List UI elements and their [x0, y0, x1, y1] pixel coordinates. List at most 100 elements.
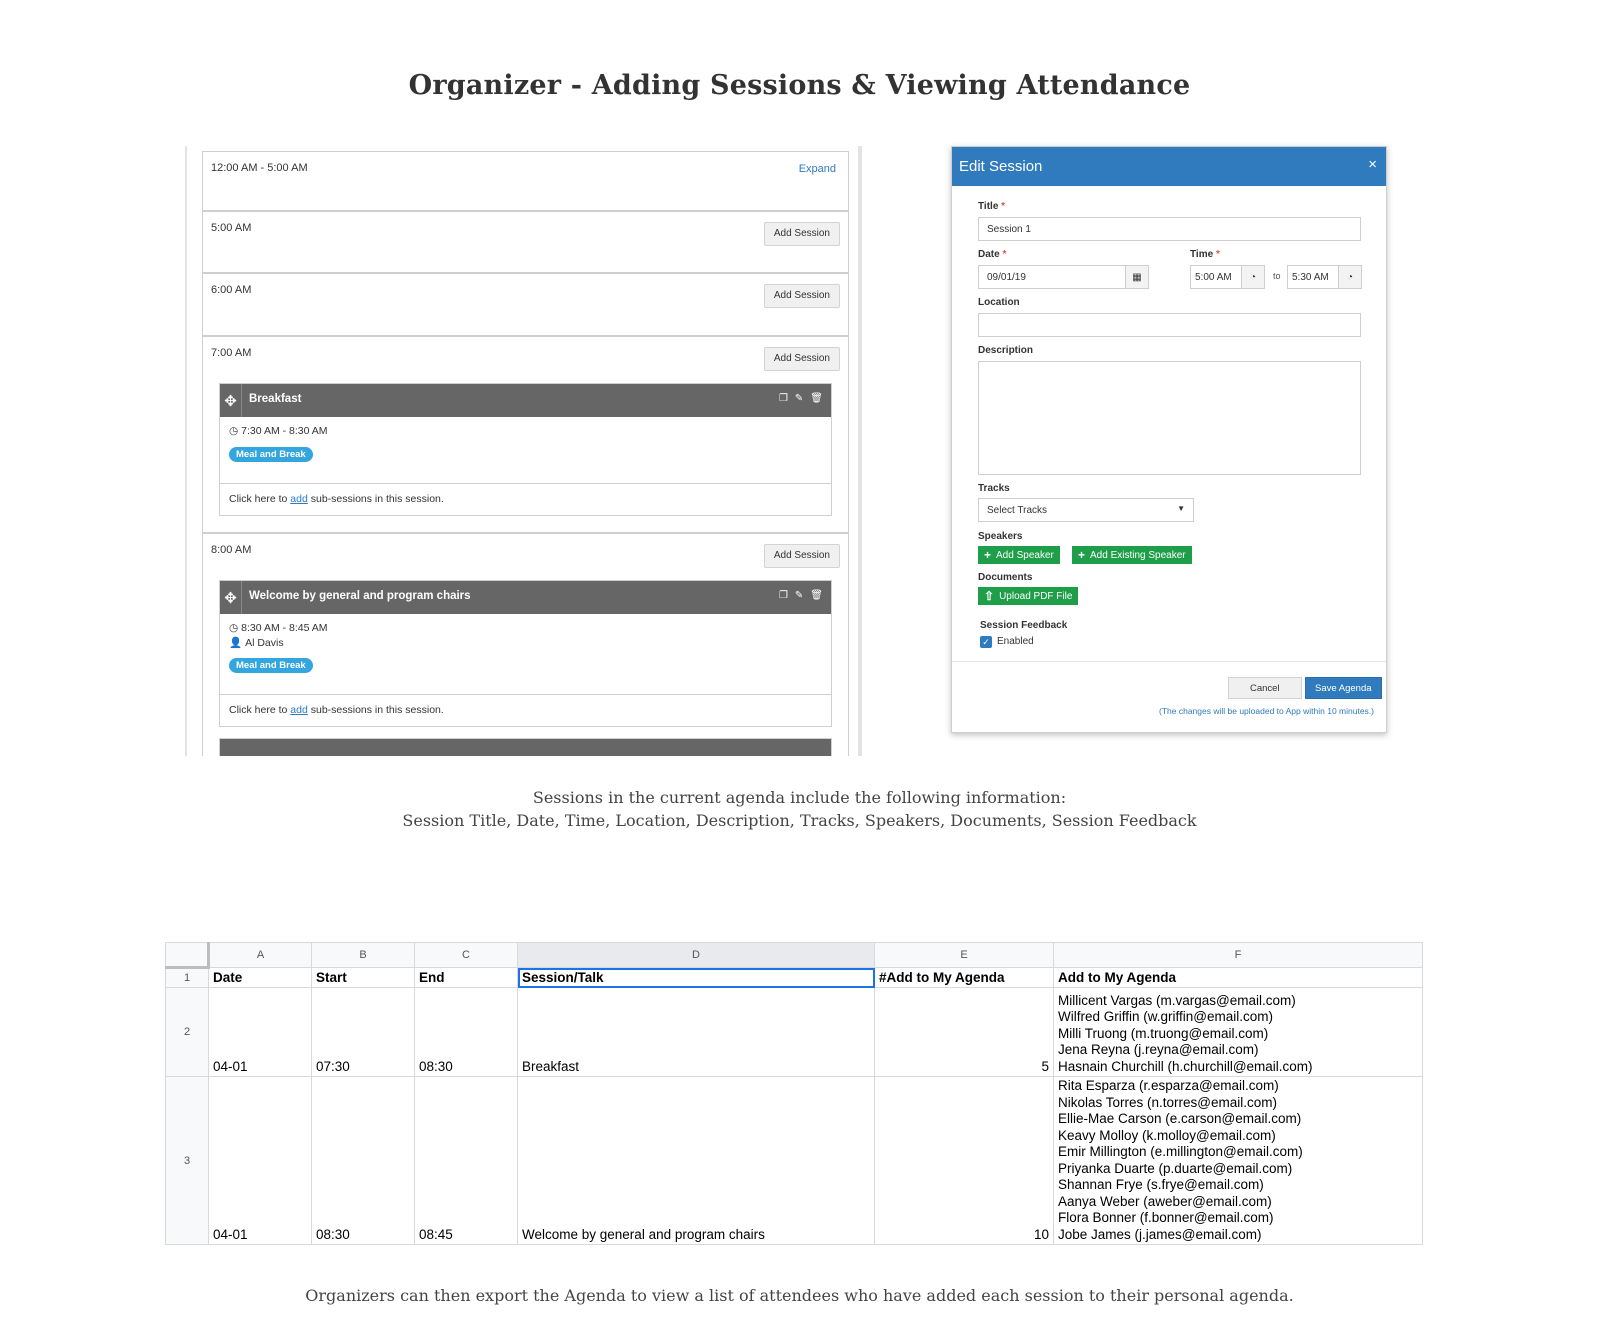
- copy-icon[interactable]: ❐: [779, 393, 788, 404]
- list-item: Jena Reyna (j.reyna@email.com): [1058, 1042, 1259, 1057]
- start-time-field[interactable]: [1190, 265, 1242, 289]
- add-existing-speaker-button[interactable]: + Add Existing Speaker: [1072, 546, 1192, 564]
- time-slot: 5:00 AM Add Session: [202, 211, 849, 273]
- add-subsession-link[interactable]: add: [290, 704, 308, 716]
- location-field[interactable]: [978, 313, 1361, 337]
- date-field[interactable]: [978, 265, 1126, 289]
- cell-end[interactable]: 08:30: [414, 987, 518, 1077]
- session-time: 8:30 AM - 8:45 AM: [241, 622, 328, 634]
- clock-icon[interactable]: ◔: [1241, 265, 1265, 289]
- pencil-icon[interactable]: ✎: [795, 590, 803, 601]
- page-title: Organizer - Adding Sessions & Viewing At…: [408, 70, 1191, 101]
- add-session-button[interactable]: Add Session: [763, 347, 840, 371]
- pencil-icon[interactable]: ✎: [795, 393, 803, 404]
- time-slot: 12:00 AM - 5:00 AM Expand: [202, 151, 849, 211]
- user-icon: 👤: [229, 637, 243, 649]
- tracks-label: Tracks: [978, 483, 1010, 494]
- slot-time: 6:00 AM: [211, 284, 252, 296]
- column-header-f[interactable]: F: [1053, 942, 1423, 968]
- row-header[interactable]: 2: [165, 987, 209, 1077]
- slot-time: 12:00 AM - 5:00 AM: [211, 162, 308, 174]
- caret-down-icon: ▼: [1177, 504, 1185, 513]
- speakers-label: Speakers: [978, 531, 1023, 542]
- clock-icon[interactable]: ◔: [1338, 265, 1362, 289]
- session-title: Breakfast: [249, 393, 302, 405]
- clock-icon: ◷: [229, 622, 239, 634]
- cell-attendees[interactable]: Millicent Vargas (m.vargas@email.com) Wi…: [1053, 987, 1423, 1077]
- add-session-button[interactable]: Add Session: [763, 544, 840, 568]
- caption-intro: Sessions in the current agenda include t…: [532, 788, 1067, 807]
- session-header: [220, 739, 831, 756]
- end-time-field[interactable]: [1287, 265, 1339, 289]
- cell-end[interactable]: 08:45: [414, 1076, 518, 1245]
- tracks-select[interactable]: Select Tracks ▼: [978, 498, 1194, 522]
- upload-pdf-button[interactable]: ⇧ Upload PDF File: [978, 587, 1079, 605]
- row-header[interactable]: 3: [165, 1076, 209, 1245]
- tracks-placeholder: Select Tracks: [987, 505, 1048, 516]
- track-badge: Meal and Break: [229, 447, 313, 462]
- expand-link[interactable]: Expand: [799, 163, 836, 175]
- subsessions-prefix: Click here to: [229, 704, 291, 716]
- header-cell-date[interactable]: Date: [208, 967, 312, 988]
- attendance-spreadsheet: A B C D E F 1 Date Start End Session/Tal…: [165, 942, 1423, 1245]
- add-subsessions-row: Click here to add sub-sessions in this s…: [220, 695, 831, 726]
- cell-session[interactable]: Breakfast: [517, 987, 875, 1077]
- cell-attendees[interactable]: Rita Esparza (r.esparza@email.com) Nikol…: [1053, 1076, 1423, 1245]
- caption-fields: Session Title, Date, Time, Location, Des…: [402, 811, 1197, 830]
- cell-start[interactable]: 08:30: [311, 1076, 415, 1245]
- add-speaker-button[interactable]: + Add Speaker: [978, 546, 1060, 564]
- column-header-a[interactable]: A: [208, 942, 312, 968]
- column-header-b[interactable]: B: [311, 942, 415, 968]
- save-agenda-button[interactable]: Save Agenda: [1305, 677, 1382, 699]
- session-card: ✥ Welcome by general and program chairs …: [219, 580, 832, 727]
- attendee-list: Millicent Vargas (m.vargas@email.com) Wi…: [1058, 993, 1418, 1076]
- cell-session[interactable]: Welcome by general and program chairs: [517, 1076, 875, 1245]
- caption-export: Organizers can then export the Agenda to…: [305, 1286, 1294, 1305]
- title-field[interactable]: [978, 217, 1361, 241]
- header-cell-session[interactable]: Session/Talk: [517, 967, 875, 988]
- add-subsessions-row: Click here to add sub-sessions in this s…: [220, 484, 831, 515]
- trash-icon[interactable]: 🗑: [810, 590, 823, 601]
- trash-icon[interactable]: 🗑: [810, 393, 823, 404]
- modal-divider: [952, 661, 1386, 662]
- cell-date[interactable]: 04-01: [208, 987, 312, 1077]
- add-session-button[interactable]: Add Session: [763, 222, 840, 246]
- time-to-label: to: [1273, 271, 1281, 281]
- session-card: [219, 738, 832, 756]
- session-time-line: ◷ 8:30 AM - 8:45 AM: [229, 622, 328, 634]
- header-cell-start[interactable]: Start: [311, 967, 415, 988]
- add-subsession-link[interactable]: add: [290, 493, 308, 505]
- column-header-c[interactable]: C: [414, 942, 518, 968]
- header-cell-count[interactable]: #Add to My Agenda: [874, 967, 1054, 988]
- time-slot: 6:00 AM Add Session: [202, 273, 849, 336]
- session-time-line: ◷ 7:30 AM - 8:30 AM: [229, 425, 328, 437]
- sheet-corner[interactable]: [165, 942, 210, 969]
- location-label: Location: [978, 297, 1020, 308]
- move-icon[interactable]: ✥: [220, 384, 242, 417]
- header-cell-end[interactable]: End: [414, 967, 518, 988]
- feedback-checkbox[interactable]: ✓: [980, 636, 992, 648]
- time-label: Time *: [1190, 249, 1220, 260]
- column-header-d[interactable]: D: [517, 942, 875, 968]
- title-label: Title *: [978, 201, 1006, 212]
- list-item: Priyanka Duarte (p.duarte@email.com): [1058, 1160, 1293, 1176]
- row-header[interactable]: 1: [165, 967, 209, 988]
- calendar-icon[interactable]: ▦: [1125, 265, 1149, 289]
- close-icon[interactable]: ×: [1368, 156, 1377, 173]
- copy-icon[interactable]: ❐: [779, 590, 788, 601]
- upload-icon: ⇧: [984, 589, 995, 603]
- table-row: 2 04-01 07:30 08:30 Breakfast 5 Millicen…: [165, 987, 1423, 1077]
- column-header-e[interactable]: E: [874, 942, 1054, 968]
- header-cell-attendees[interactable]: Add to My Agenda: [1053, 967, 1423, 988]
- add-session-button[interactable]: Add Session: [763, 284, 840, 308]
- move-icon[interactable]: ✥: [220, 581, 242, 614]
- list-item: Nikolas Torres (n.torres@email.com): [1058, 1094, 1278, 1110]
- cell-start[interactable]: 07:30: [311, 987, 415, 1077]
- description-field[interactable]: [978, 361, 1361, 475]
- feedback-enabled-label: Enabled: [997, 636, 1034, 647]
- track-badge: Meal and Break: [229, 658, 313, 673]
- cancel-button[interactable]: Cancel: [1228, 677, 1302, 699]
- cell-date[interactable]: 04-01: [208, 1076, 312, 1245]
- cell-count[interactable]: 5: [874, 987, 1054, 1077]
- cell-count[interactable]: 10: [874, 1076, 1054, 1245]
